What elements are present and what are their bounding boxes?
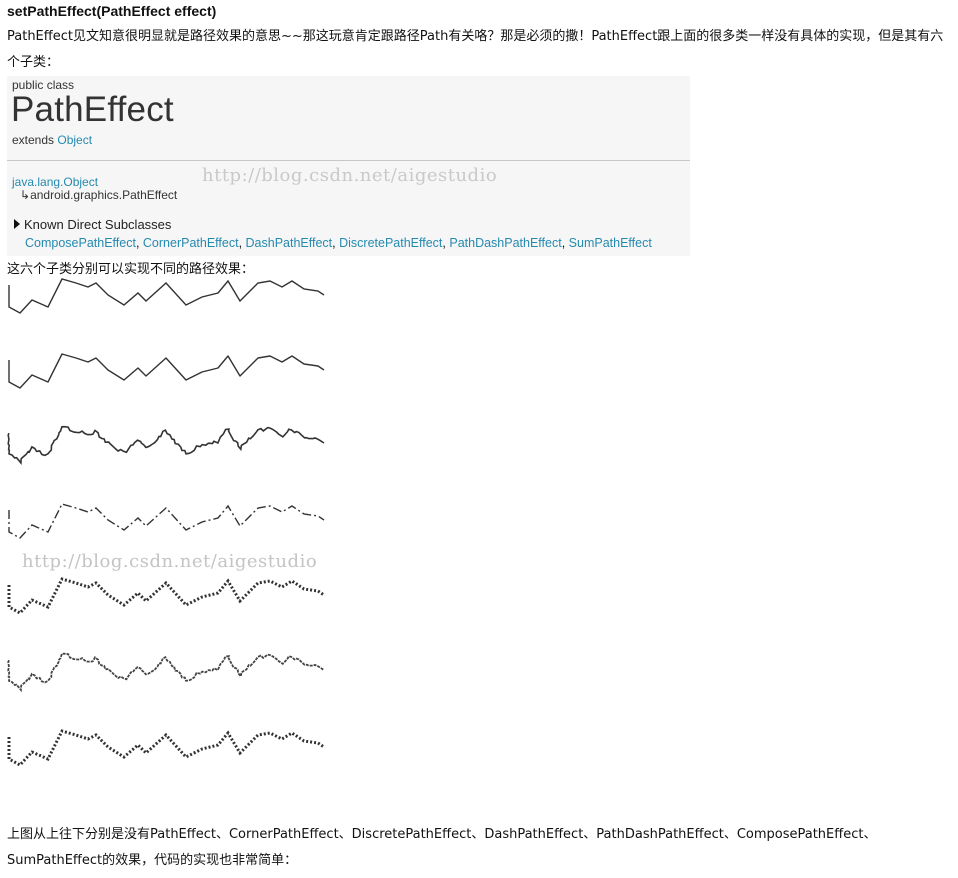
path-corner — [8, 353, 325, 389]
section-heading: setPathEffect(PathEffect effect) — [7, 3, 217, 19]
extends-label: extends — [12, 133, 55, 147]
path-compose — [7, 652, 325, 693]
path-pathdash — [7, 577, 325, 615]
subclass-link[interactable]: CornerPathEffect — [143, 236, 239, 250]
subclass-link[interactable]: DiscretePathEffect — [339, 236, 442, 250]
path-dash — [8, 503, 325, 539]
subclass-link[interactable]: DashPathEffect — [246, 236, 333, 250]
inheritance-child: ↳android.graphics.PathEffect — [20, 188, 177, 202]
path-discrete — [7, 425, 325, 465]
subclass-link[interactable]: PathDashPathEffect — [449, 236, 561, 250]
path-sum — [7, 729, 325, 767]
path-plain — [8, 278, 325, 314]
path-effects-figure — [7, 278, 325, 767]
known-subclasses-label: Known Direct Subclasses — [24, 217, 172, 232]
known-subclasses-toggle[interactable]: Known Direct Subclasses — [13, 217, 171, 232]
intro-paragraph: PathEffect见文知意很明显就是路径效果的意思~~那这玩意肯定跟路径Pat… — [7, 29, 944, 70]
subclass-link[interactable]: SumPathEffect — [569, 236, 652, 250]
extends-line: extends Object — [12, 133, 92, 147]
object-link[interactable]: Object — [57, 133, 92, 147]
subclass-link[interactable]: ComposePathEffect — [25, 236, 136, 250]
class-name: PathEffect — [11, 90, 174, 129]
divider — [7, 160, 690, 161]
inheritance-root-link[interactable]: java.lang.Object — [12, 175, 98, 189]
summary-paragraph: 上图从上往下分别是没有PathEffect、CornerPathEffect、D… — [7, 827, 877, 868]
subclass-list: ComposePathEffect, CornerPathEffect, Das… — [25, 236, 652, 250]
watermark-middle: http://blog.csdn.net/aigestudio — [22, 551, 318, 572]
inherit-child-label: android.graphics.PathEffect — [30, 188, 178, 202]
watermark-top: http://blog.csdn.net/aigestudio — [202, 165, 498, 186]
inherit-arrow-icon: ↳ — [20, 188, 31, 202]
triangle-right-icon — [14, 219, 20, 229]
